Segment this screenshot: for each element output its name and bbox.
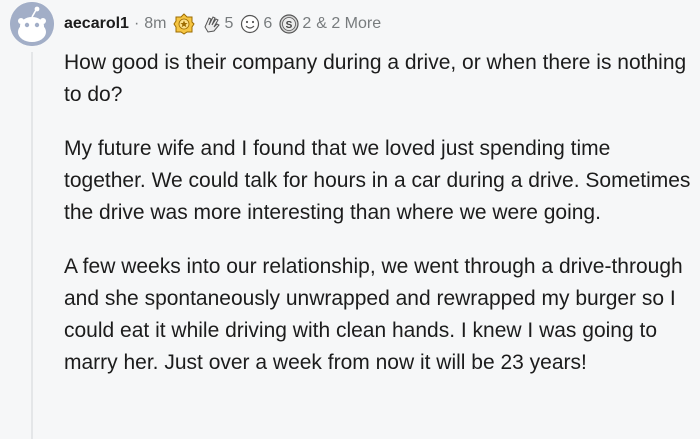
silver-award-icon: S: [279, 14, 299, 34]
comment-paragraph: My future wife and I found that we loved…: [64, 137, 691, 224]
hands-award-icon: [203, 16, 220, 33]
award-hands[interactable]: 5: [201, 13, 234, 35]
comment-header: aecarol1 · 8m 5 6 S 2 & 2 More: [64, 10, 381, 38]
award-gold[interactable]: [172, 13, 195, 35]
award-smile[interactable]: 6: [239, 13, 272, 35]
avatar[interactable]: [10, 2, 54, 46]
timestamp[interactable]: 8m: [144, 15, 166, 33]
award-count: 6: [263, 15, 273, 32]
award-silver[interactable]: S 2: [278, 13, 311, 35]
more-awards-link[interactable]: & 2 More: [316, 15, 381, 33]
thread-line[interactable]: [31, 52, 33, 439]
smile-award-icon: [241, 14, 260, 34]
comment-paragraph: A few weeks into our relationship, we we…: [64, 255, 683, 374]
award-count: 2: [302, 15, 312, 32]
comment-paragraph: How good is their company during a drive…: [64, 51, 687, 106]
snoo-avatar-icon: [10, 2, 54, 46]
gold-award-icon: [172, 13, 195, 35]
award-count: 5: [224, 15, 234, 32]
comment-body: How good is their company during a drive…: [64, 47, 692, 401]
svg-text:S: S: [286, 20, 293, 31]
separator: ·: [133, 15, 140, 32]
username[interactable]: aecarol1: [64, 15, 129, 33]
